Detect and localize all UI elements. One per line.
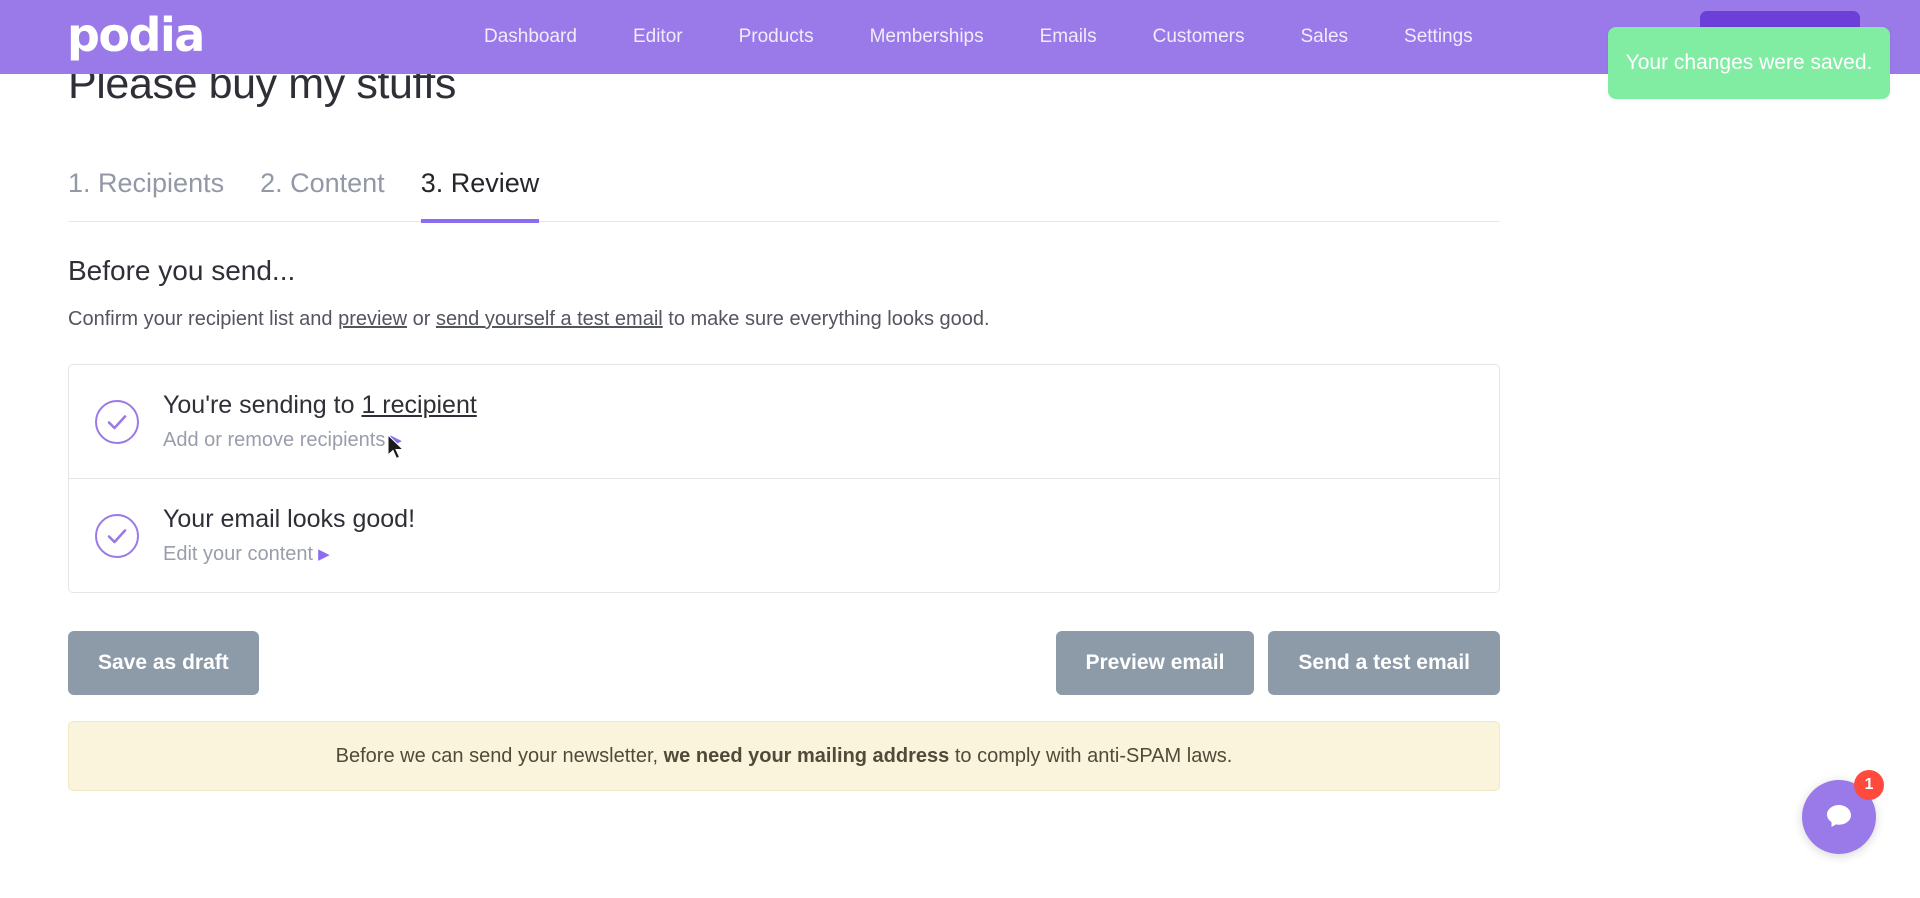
toast-message: Your changes were saved. <box>1625 51 1873 74</box>
tab-content[interactable]: 2. Content <box>260 168 385 223</box>
checklist-row-text: Your email looks good! Edit your content… <box>163 505 415 566</box>
caret-right-icon: ▶ <box>318 546 330 563</box>
banner-bold: we need your mailing address <box>663 745 950 767</box>
save-as-draft-button[interactable]: Save as draft <box>68 631 259 695</box>
recipients-title-prefix: You're sending to <box>163 391 362 419</box>
checklist-card: You're sending to 1 recipient Add or rem… <box>68 364 1500 593</box>
tab-review[interactable]: 3. Review <box>420 168 540 223</box>
toast-notification: Your changes were saved. <box>1608 27 1890 99</box>
mailing-address-warning-banner: Before we can send your newsletter, we n… <box>68 721 1500 791</box>
nav-item-memberships[interactable]: Memberships <box>842 26 1012 48</box>
nav-item-sales[interactable]: Sales <box>1273 26 1377 48</box>
banner-part-2: to comply with anti-SPAM laws. <box>949 745 1233 767</box>
banner-part-1: Before we can send your newsletter, <box>335 745 664 767</box>
subtext-part-1: Confirm your recipient list and <box>68 308 339 330</box>
page-body: Please buy my stuffs 1. Recipients 2. Co… <box>0 60 1920 898</box>
recipient-count-link[interactable]: 1 recipient <box>361 391 476 419</box>
tab-recipients[interactable]: 1. Recipients <box>68 168 224 223</box>
preview-link[interactable]: preview <box>338 308 407 330</box>
checklist-row-text: You're sending to 1 recipient Add or rem… <box>163 391 477 452</box>
add-remove-recipients-link[interactable]: Add or remove recipients ▶ <box>163 429 477 452</box>
check-circle-icon <box>95 513 139 558</box>
section-subtext: Confirm your recipient list and preview … <box>68 306 1500 332</box>
intercom-unread-badge: 1 <box>1854 770 1884 800</box>
podia-logo[interactable]: podia <box>67 12 205 58</box>
section-heading: Before you send... <box>68 255 296 286</box>
nav-item-customers[interactable]: Customers <box>1125 26 1273 48</box>
nav-item-settings[interactable]: Settings <box>1376 26 1501 48</box>
recipients-title: You're sending to 1 recipient <box>163 391 477 420</box>
primary-navigation: Dashboard Editor Products Memberships Em… <box>484 0 1501 74</box>
step-tabs: 1. Recipients 2. Content 3. Review <box>68 156 1500 223</box>
action-bar: Save as draft Preview email Send a test … <box>68 631 1500 695</box>
check-circle-icon <box>95 399 139 444</box>
banner-text: Before we can send your newsletter, we n… <box>336 742 1233 770</box>
add-remove-recipients-label: Add or remove recipients <box>163 429 386 451</box>
caret-right-icon: ▶ <box>390 432 402 449</box>
checklist-row-content: Your email looks good! Edit your content… <box>69 478 1499 592</box>
checklist-row-recipients: You're sending to 1 recipient Add or rem… <box>69 365 1499 478</box>
subtext-part-2: or <box>407 308 436 330</box>
send-test-email-link[interactable]: send yourself a test email <box>436 308 663 330</box>
nav-item-emails[interactable]: Emails <box>1012 26 1125 48</box>
preview-email-button[interactable]: Preview email <box>1055 631 1255 695</box>
subtext-part-3: to make sure everything looks good. <box>662 308 990 330</box>
content-title: Your email looks good! <box>163 505 416 533</box>
edit-your-content-label: Edit your content <box>163 543 314 565</box>
nav-item-editor[interactable]: Editor <box>605 26 711 48</box>
nav-item-products[interactable]: Products <box>711 26 842 48</box>
nav-item-dashboard[interactable]: Dashboard <box>484 26 605 48</box>
send-test-email-button[interactable]: Send a test email <box>1268 631 1500 695</box>
content-container: Please buy my stuffs 1. Recipients 2. Co… <box>68 58 1500 791</box>
edit-your-content-link[interactable]: Edit your content ▶ <box>163 543 415 566</box>
chat-bubble-icon <box>1827 805 1851 827</box>
